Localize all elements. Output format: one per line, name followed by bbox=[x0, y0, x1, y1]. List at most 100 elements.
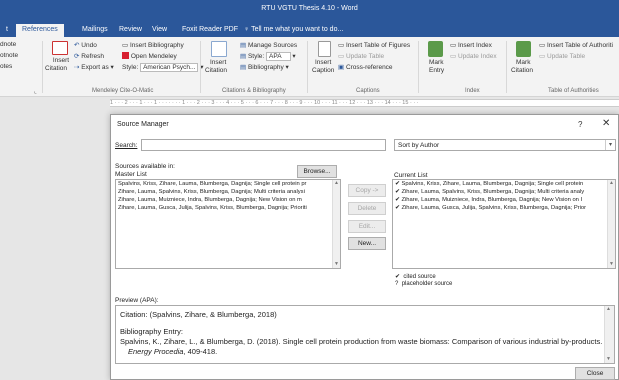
scroll-down-icon[interactable]: ▼ bbox=[333, 261, 340, 268]
list-item[interactable]: ✔ Zihare, Lauma, Gusca, Julija, Spalvins… bbox=[393, 204, 615, 212]
list-item[interactable]: ✔ Zihare, Lauma, Spalvins, Kriss, Blumbe… bbox=[393, 188, 615, 196]
insert-caption-line2[interactable]: Caption bbox=[312, 67, 334, 74]
insert-bibliography-button[interactable]: ▭ Insert Bibliography bbox=[122, 41, 184, 49]
edit-button[interactable]: Edit... bbox=[348, 220, 386, 233]
sort-select[interactable]: Sort by Author ▾ bbox=[394, 139, 616, 151]
ribbon-separator bbox=[200, 41, 201, 93]
tab-foxit[interactable]: Foxit Reader PDF bbox=[176, 24, 244, 37]
update-table-button[interactable]: ▭ Update Table bbox=[338, 52, 384, 60]
list-item[interactable]: Zihare, Lauma, Muizniece, Indra, Blumber… bbox=[116, 196, 340, 204]
scroll-up-icon[interactable]: ▲ bbox=[608, 180, 615, 187]
mark-citation-line2[interactable]: Citation bbox=[511, 67, 533, 74]
list-item[interactable]: ✔ Zihare, Lauma, Muizniece, Indra, Blumb… bbox=[393, 196, 615, 204]
mendeley-insert-citation-icon[interactable] bbox=[52, 41, 68, 55]
style-icon: ▤ bbox=[240, 53, 248, 60]
copy-button[interactable]: Copy -> bbox=[348, 184, 386, 197]
preview-box[interactable]: Citation: (Spalvins, Zihare, & Blumberga… bbox=[115, 305, 615, 364]
open-mendeley-button[interactable]: Open Mendeley bbox=[122, 52, 177, 60]
footnotes-launcher-icon[interactable]: ⌞ bbox=[34, 88, 37, 95]
next-footnote-label[interactable]: otnote bbox=[0, 52, 18, 59]
close-icon[interactable]: ✕ bbox=[602, 118, 610, 129]
title-bar: RTU VGTU Thesis 4.10 - Word bbox=[0, 0, 619, 22]
browse-button[interactable]: Browse... bbox=[297, 165, 337, 178]
tab-mailings[interactable]: Mailings bbox=[76, 24, 114, 37]
cited-source-legend: ✔ cited source bbox=[395, 274, 436, 280]
insert-table-of-figures-button[interactable]: ▭ Insert Table of Figures bbox=[338, 41, 410, 49]
undo-button[interactable]: ↶ Undo bbox=[74, 41, 97, 49]
insert-citation-line2[interactable]: Citation bbox=[205, 67, 227, 74]
close-button[interactable]: Close bbox=[575, 367, 615, 380]
scroll-up-icon[interactable]: ▲ bbox=[605, 306, 612, 313]
ribbon-separator bbox=[418, 41, 419, 93]
mark-citation-line1[interactable]: Mark bbox=[516, 59, 530, 66]
preview-citation: Citation: (Spalvins, Zihare, & Blumberga… bbox=[120, 310, 277, 319]
table-of-figures-icon: ▭ bbox=[338, 42, 346, 49]
search-label: Search: bbox=[115, 142, 138, 149]
preview-label: Preview (APA): bbox=[115, 297, 159, 304]
chevron-down-icon[interactable]: ▾ bbox=[605, 140, 615, 150]
insert-index-button[interactable]: ▭ Insert Index bbox=[450, 41, 492, 49]
mark-citation-icon[interactable] bbox=[516, 41, 531, 57]
insert-caption-line1[interactable]: Insert bbox=[315, 59, 331, 66]
citation-style-selector[interactable]: ▤ Style: APA ▾ bbox=[240, 52, 296, 61]
insert-citation-line1[interactable]: Insert bbox=[210, 59, 226, 66]
insert-citation-icon[interactable] bbox=[211, 41, 227, 57]
mark-entry-line2[interactable]: Entry bbox=[429, 67, 444, 74]
insert-table-of-authorities-button[interactable]: ▭ Insert Table of Authoriti bbox=[539, 41, 613, 49]
scroll-up-icon[interactable]: ▲ bbox=[333, 180, 340, 187]
mendeley-style-selector[interactable]: Style: American Psych... ▾ bbox=[122, 63, 204, 72]
current-list-box[interactable]: ✔ Spalvins, Kriss, Zihare, Lauma, Blumbe… bbox=[392, 179, 616, 269]
refresh-button[interactable]: ⟳ Refresh bbox=[74, 52, 104, 60]
placeholder-source-legend: ? placeholder source bbox=[395, 281, 453, 287]
vertical-scrollbar[interactable]: ▲ ▼ bbox=[604, 306, 614, 363]
bibliography-button[interactable]: ▤ Bibliography ▾ bbox=[240, 63, 289, 71]
delete-button[interactable]: Delete bbox=[348, 202, 386, 215]
help-icon[interactable]: ? bbox=[578, 120, 582, 129]
manage-sources-button[interactable]: ▤ Manage Sources bbox=[240, 41, 297, 49]
tell-me-search[interactable]: ♀ Tell me what you want to do... bbox=[238, 24, 349, 37]
mendeley-insert-citation-line2[interactable]: Citation bbox=[45, 65, 67, 72]
mark-entry-line1[interactable]: Mark bbox=[429, 59, 443, 66]
update-icon: ▭ bbox=[338, 53, 346, 60]
tab-view[interactable]: View bbox=[146, 24, 173, 37]
insert-caption-icon[interactable] bbox=[318, 41, 331, 57]
scroll-down-icon[interactable]: ▼ bbox=[605, 356, 612, 363]
master-list-label: Master List bbox=[115, 171, 147, 178]
current-list-label: Current List bbox=[394, 172, 428, 179]
list-item[interactable]: ✔ Spalvins, Kriss, Zihare, Lauma, Blumbe… bbox=[393, 180, 615, 188]
ribbon-tabs: t References Mailings Review View Foxit … bbox=[0, 22, 619, 37]
bibliography-icon: ▤ bbox=[240, 64, 248, 71]
list-item[interactable]: Spalvins, Kriss, Zihare, Lauma, Blumberg… bbox=[116, 180, 340, 188]
ribbon-separator bbox=[506, 41, 507, 93]
cross-reference-button[interactable]: ▣ Cross-reference bbox=[338, 63, 393, 71]
tab-layout-partial[interactable]: t bbox=[0, 24, 14, 37]
preview-journal-line: Energy Procedia, 409-418. bbox=[128, 347, 218, 356]
list-item[interactable]: Zihare, Lauma, Gusca, Julija, Spalvins, … bbox=[116, 204, 340, 212]
tab-references[interactable]: References bbox=[16, 24, 64, 37]
scroll-down-icon[interactable]: ▼ bbox=[608, 261, 615, 268]
bibliography-icon: ▭ bbox=[122, 42, 130, 49]
search-input[interactable] bbox=[141, 139, 386, 151]
update-table-authorities-button[interactable]: ▭ Update Table bbox=[539, 52, 585, 60]
source-manager-dialog: Source Manager ? ✕ Search: Sort by Autho… bbox=[110, 114, 619, 380]
update-icon: ▭ bbox=[539, 53, 547, 60]
mark-entry-icon[interactable] bbox=[428, 41, 443, 57]
insert-endnote-label[interactable]: dnote bbox=[0, 41, 16, 48]
update-index-button[interactable]: ▭ Update Index bbox=[450, 52, 497, 60]
vertical-scrollbar[interactable]: ▲ ▼ bbox=[607, 180, 615, 268]
captions-group-label: Captions bbox=[356, 88, 380, 94]
new-button[interactable]: New... bbox=[348, 237, 386, 250]
ribbon-separator bbox=[42, 41, 43, 93]
vertical-scrollbar[interactable]: ▲ ▼ bbox=[332, 180, 340, 268]
mendeley-insert-citation-line1[interactable]: Insert bbox=[50, 57, 72, 64]
master-list-box[interactable]: Spalvins, Kriss, Zihare, Lauma, Blumberg… bbox=[115, 179, 341, 269]
window-title: RTU VGTU Thesis 4.10 - Word bbox=[261, 5, 358, 12]
preview-bibliography-heading: Bibliography Entry: bbox=[120, 327, 183, 336]
show-notes-label[interactable]: otes bbox=[0, 63, 12, 70]
preview-bibliography-entry: Spalvins, K., Zihare, L., & Blumberga, D… bbox=[120, 337, 603, 346]
tab-review[interactable]: Review bbox=[113, 24, 148, 37]
list-item[interactable]: Zihare, Lauma, Spalvins, Kriss, Blumberg… bbox=[116, 188, 340, 196]
index-group-label: Index bbox=[465, 88, 480, 94]
update-icon: ▭ bbox=[450, 53, 458, 60]
export-as-button[interactable]: ⇢ Export as ▾ bbox=[74, 63, 114, 71]
